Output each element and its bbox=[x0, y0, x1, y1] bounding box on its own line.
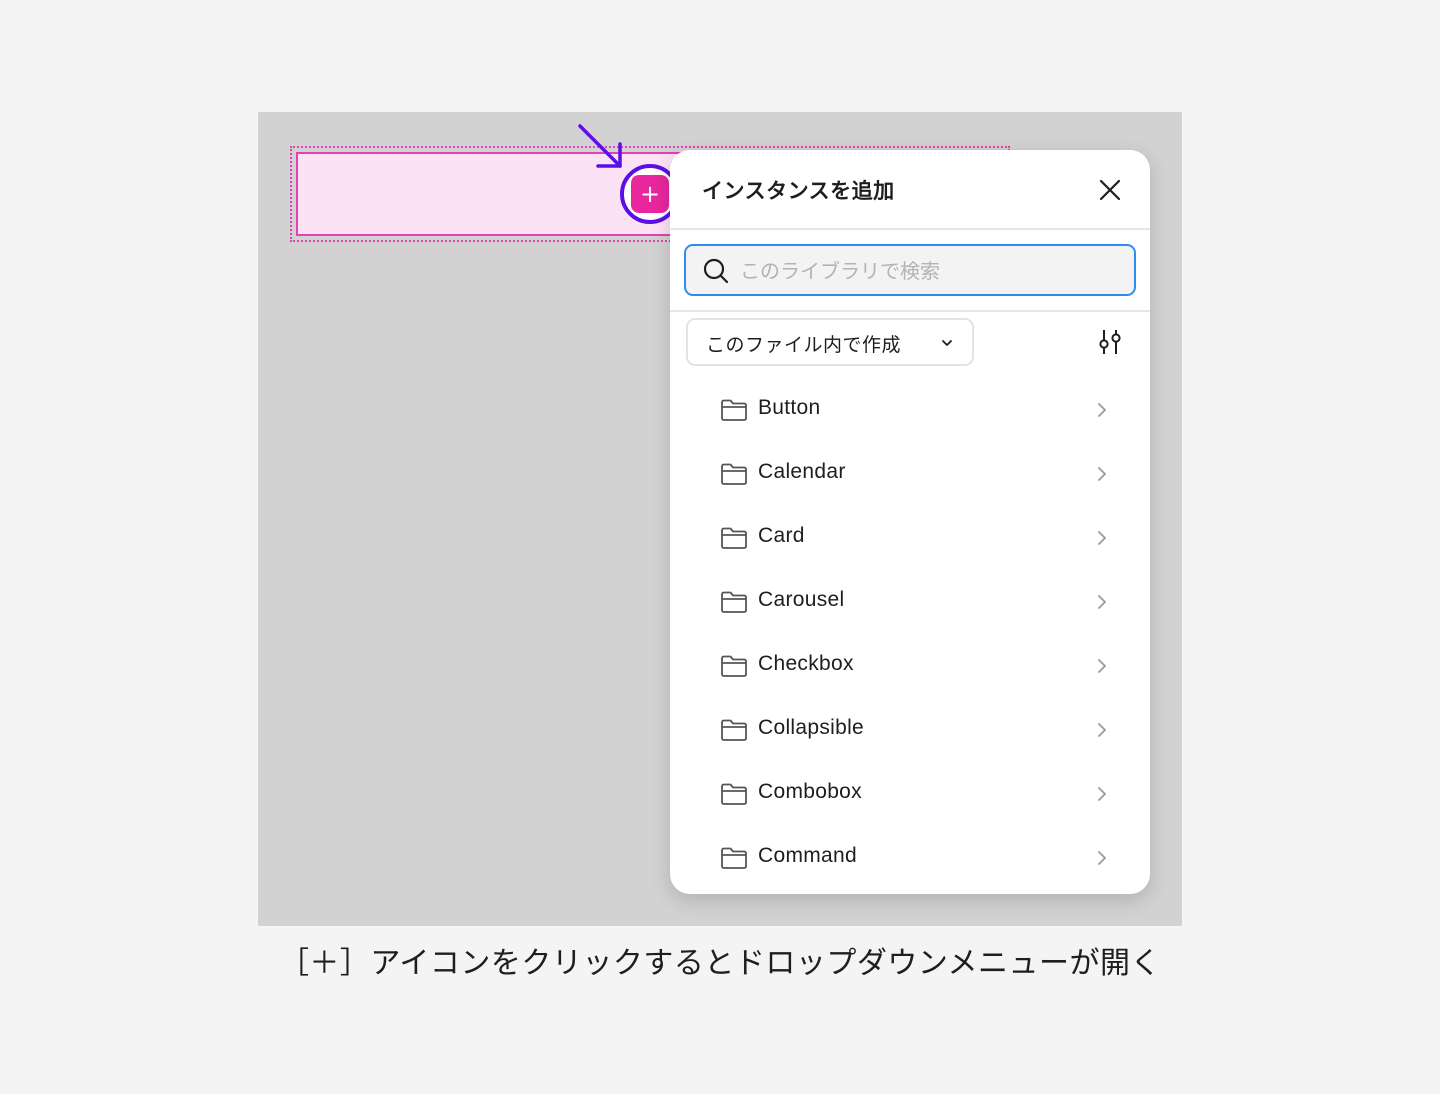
sliders-icon[interactable] bbox=[1094, 326, 1126, 358]
list-item[interactable]: Combobox bbox=[670, 762, 1150, 826]
chevron-right-icon bbox=[1098, 851, 1106, 865]
list-item[interactable]: Calendar bbox=[670, 442, 1150, 506]
list-item-label: Button bbox=[758, 396, 821, 419]
panel-header: インスタンスを追加 bbox=[670, 150, 1150, 230]
search-icon bbox=[703, 258, 729, 284]
caption: ［＋］アイコンをクリックするとドロップダウンメニューが開く bbox=[278, 946, 1162, 981]
source-select-dropdown[interactable]: このファイル内で作成 bbox=[686, 318, 974, 366]
source-select-label: このファイル内で作成 bbox=[706, 334, 902, 356]
list-item-label: Calendar bbox=[758, 460, 846, 483]
close-icon[interactable] bbox=[1094, 174, 1126, 206]
folder-icon bbox=[721, 399, 747, 421]
list-item-label: Carousel bbox=[758, 588, 845, 611]
list-item[interactable]: Collapsible bbox=[670, 698, 1150, 762]
add-instance-button[interactable]: + bbox=[631, 175, 669, 213]
folder-icon bbox=[721, 783, 747, 805]
chevron-right-icon bbox=[1098, 723, 1106, 737]
list-item-label: Checkbox bbox=[758, 652, 854, 675]
search-box[interactable] bbox=[684, 244, 1136, 296]
list-item-label: Command bbox=[758, 844, 857, 867]
arrow-pointer-icon bbox=[578, 124, 622, 168]
add-instance-panel: インスタンスを追加 このファイル内で作成 Button Calendar Card C… bbox=[670, 150, 1150, 894]
chevron-right-icon bbox=[1098, 787, 1106, 801]
folder-icon bbox=[721, 655, 747, 677]
folder-icon bbox=[721, 847, 747, 869]
folder-icon bbox=[721, 527, 747, 549]
list-item[interactable]: Card bbox=[670, 506, 1150, 570]
chevron-right-icon bbox=[1098, 659, 1106, 673]
chevron-right-icon bbox=[1098, 467, 1106, 481]
list-item[interactable]: Checkbox bbox=[670, 634, 1150, 698]
chevron-right-icon bbox=[1098, 595, 1106, 609]
chevron-right-icon bbox=[1098, 403, 1106, 417]
folder-icon bbox=[721, 719, 747, 741]
list-item-label: Combobox bbox=[758, 780, 862, 803]
list-item[interactable]: Carousel bbox=[670, 570, 1150, 634]
list-item[interactable]: Button bbox=[670, 378, 1150, 442]
list-item-label: Collapsible bbox=[758, 716, 865, 739]
panel-title: インスタンスを追加 bbox=[702, 179, 895, 203]
list-item-label: Card bbox=[758, 524, 805, 547]
chevron-right-icon bbox=[1098, 531, 1106, 545]
list-item[interactable]: Command bbox=[670, 826, 1150, 890]
folder-icon bbox=[721, 463, 747, 485]
search-section bbox=[670, 230, 1150, 312]
folder-icon bbox=[721, 591, 747, 613]
search-input[interactable] bbox=[740, 254, 1120, 288]
chevron-down-icon bbox=[942, 340, 952, 346]
